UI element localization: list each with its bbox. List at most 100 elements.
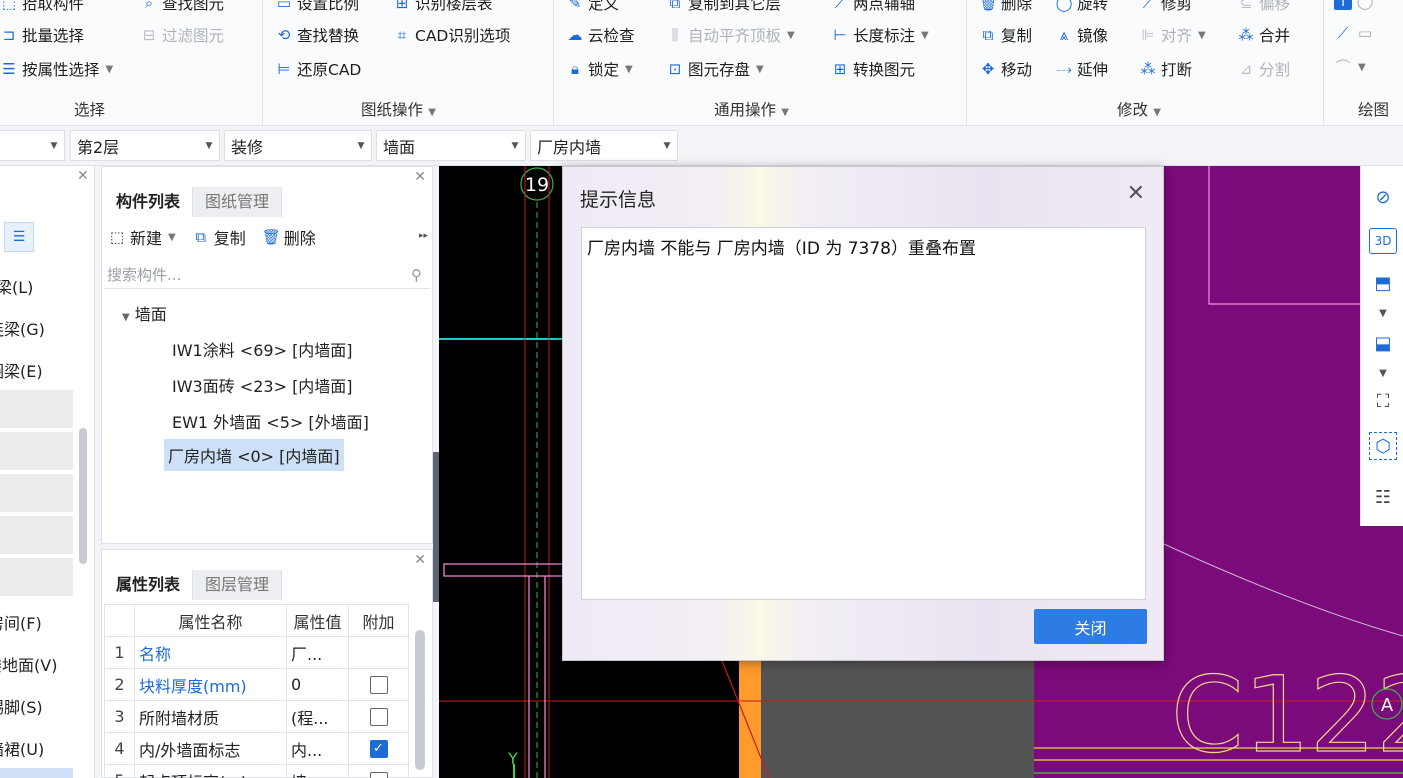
break-button[interactable]: ⁂ 打断 bbox=[1139, 58, 1193, 80]
attach-checkbox[interactable]: ✓ bbox=[369, 740, 388, 759]
group-title-drawing[interactable]: 图纸操作 ▼ bbox=[361, 98, 436, 120]
close-icon[interactable]: ✕ bbox=[414, 169, 426, 185]
layer-display-icon[interactable]: ☷ bbox=[1369, 484, 1397, 512]
filter-element-button[interactable]: ⊟ 过滤图元 bbox=[140, 24, 224, 46]
tab-property-list[interactable]: 属性列表 bbox=[104, 570, 194, 600]
merge-button[interactable]: ⁂ 合并 bbox=[1237, 24, 1291, 46]
set-scale-button[interactable]: ▭ 设置比例 bbox=[275, 0, 359, 14]
rotate-button[interactable]: ◯ 旋转 bbox=[1055, 0, 1108, 14]
table-row[interactable]: 5 起点顶标高(m) 墙... bbox=[104, 764, 409, 778]
offset-button[interactable]: ⊆ 偏移 bbox=[1237, 0, 1290, 14]
property-value[interactable]: 0 bbox=[286, 668, 349, 701]
align-button[interactable]: ⊫ 对齐 ▼ bbox=[1139, 24, 1205, 46]
auto-align-slab-button[interactable]: ⫼ 自动平齐顶板 ▼ bbox=[666, 24, 795, 46]
length-dimension-button[interactable]: ⊢ 长度标注 ▼ bbox=[831, 24, 928, 46]
nav-item-beam[interactable]: 梁(L) bbox=[0, 274, 33, 298]
panel-splitter[interactable] bbox=[433, 452, 439, 602]
tree-item-component-selected[interactable]: 厂房内墙 <0> [内墙面] bbox=[164, 439, 344, 471]
nav-item-dado[interactable]: 墙裙(U) bbox=[0, 736, 44, 760]
building-select[interactable]: ▼ bbox=[0, 130, 65, 161]
category-select[interactable]: 装修 ▼ bbox=[224, 130, 372, 161]
nav-item-blank[interactable] bbox=[0, 432, 73, 470]
extend-button[interactable]: ⤏ 延伸 bbox=[1055, 58, 1108, 80]
copy-to-other-floor-button[interactable]: ⧉ 复制到其它层 bbox=[666, 0, 781, 14]
mirror-button[interactable]: ⩓ 镜像 bbox=[1055, 24, 1108, 46]
attach-checkbox[interactable] bbox=[369, 708, 388, 727]
nav-item-blank[interactable] bbox=[0, 516, 73, 554]
close-button[interactable]: 关闭 bbox=[1034, 609, 1147, 644]
new-component-button[interactable]: ⬚ 新建 ▼ bbox=[108, 225, 176, 249]
nav-item-blank[interactable] bbox=[0, 558, 73, 596]
cloud-check-button[interactable]: ☁ 云检查 bbox=[566, 24, 635, 46]
nav-item-floor[interactable]: 楼地面(V) bbox=[0, 652, 57, 676]
two-point-axis-button[interactable]: ⟋ 两点辅轴 bbox=[831, 0, 915, 14]
table-row[interactable]: 1 名称 厂... bbox=[104, 636, 409, 669]
nav-item-blank[interactable] bbox=[0, 474, 73, 512]
property-value[interactable]: 厂... bbox=[286, 636, 349, 669]
find-element-button[interactable]: ⌕ 查找图元 bbox=[140, 0, 224, 14]
nav-item-selected[interactable] bbox=[0, 768, 73, 778]
type-select[interactable]: 墙面 ▼ bbox=[376, 130, 526, 161]
tab-component-list[interactable]: 构件列表 bbox=[104, 187, 194, 217]
delete-component-button[interactable]: 🗑︎ 删除 bbox=[262, 225, 316, 249]
tree-item-component[interactable]: IW1涂料 <69> [内墙面] bbox=[168, 333, 357, 365]
property-value[interactable]: 内... bbox=[286, 732, 349, 765]
component-display-icon[interactable]: ⬡ bbox=[1369, 432, 1397, 460]
tree-node-wall-surface[interactable]: ▼ 墙面 bbox=[122, 301, 167, 325]
select-by-property-button[interactable]: ☰ 按属性选择 ▼ bbox=[0, 58, 113, 80]
trim-button[interactable]: ⟋ 修剪 bbox=[1139, 0, 1192, 14]
cad-options-button[interactable]: ⌗ CAD识别选项 bbox=[393, 24, 511, 46]
orbit-icon[interactable]: ⊘ bbox=[1369, 184, 1397, 212]
pick-component-button[interactable]: ⬚ 拾取构件 bbox=[0, 0, 84, 14]
move-button[interactable]: ✥ 移动 bbox=[979, 58, 1032, 80]
cube-view-icon[interactable]: ⬒ bbox=[1369, 270, 1397, 298]
nav-item-blank[interactable] bbox=[0, 390, 73, 428]
close-icon[interactable]: ✕ bbox=[77, 168, 89, 184]
line-tool-button[interactable]: ⟋ ▭ bbox=[1334, 24, 1374, 42]
lock-button[interactable]: 🔒︎ 锁定 ▼ bbox=[566, 58, 633, 80]
copy-component-button[interactable]: ⧉ 复制 bbox=[192, 225, 245, 249]
nav-item-ring-beam[interactable]: 圈梁(E) bbox=[0, 358, 43, 382]
table-row[interactable]: 2 块料厚度(mm) 0 bbox=[104, 668, 409, 701]
floor-select[interactable]: 第2层 ▼ bbox=[70, 130, 220, 161]
tab-drawing-manage[interactable]: 图纸管理 bbox=[193, 187, 283, 217]
component-select[interactable]: 厂房内墙 ▼ bbox=[530, 130, 678, 161]
chevron-down-icon[interactable]: ▼ bbox=[1369, 360, 1397, 388]
fit-view-icon[interactable]: ⛶ bbox=[1369, 388, 1397, 416]
attach-checkbox[interactable] bbox=[369, 772, 388, 778]
close-icon[interactable]: ✕ bbox=[414, 552, 426, 568]
view-3d-icon[interactable]: 3D bbox=[1369, 228, 1397, 254]
table-row[interactable]: 4 内/外墙面标志 内... ✓ bbox=[104, 732, 409, 765]
nav-item-room[interactable]: 房间(F) bbox=[0, 610, 42, 634]
nav-item-coupling-beam[interactable]: 连梁(G) bbox=[0, 316, 45, 340]
search-input[interactable] bbox=[107, 265, 411, 284]
point-tool-button[interactable]: ↑ ◯ bbox=[1334, 0, 1374, 10]
find-replace-button[interactable]: ⟲ 查找替换 bbox=[275, 24, 359, 46]
attach-checkbox[interactable] bbox=[369, 676, 388, 695]
more-arrow-icon[interactable]: ▸▸ bbox=[419, 231, 428, 241]
copy-button[interactable]: ⧉ 复制 bbox=[979, 24, 1032, 46]
group-title-modify[interactable]: 修改 ▼ bbox=[1117, 98, 1161, 120]
save-element-button[interactable]: ⊡ 图元存盘 ▼ bbox=[666, 58, 764, 80]
chevron-down-icon[interactable]: ▼ bbox=[1369, 300, 1397, 328]
close-icon[interactable]: ✕ bbox=[1127, 181, 1145, 206]
property-value[interactable]: (程... bbox=[286, 700, 349, 733]
group-title-common[interactable]: 通用操作 ▼ bbox=[714, 98, 789, 120]
batch-select-button[interactable]: ⊐ 批量选择 bbox=[0, 24, 84, 46]
tree-item-component[interactable]: IW3面砖 <23> [内墙面] bbox=[168, 369, 357, 401]
property-value[interactable]: 墙... bbox=[286, 764, 349, 778]
cube-solid-icon[interactable]: ⬓ bbox=[1369, 330, 1397, 358]
search-icon[interactable]: ⚲ bbox=[411, 266, 430, 284]
define-button[interactable]: ✎ 定义 bbox=[566, 0, 619, 14]
table-row[interactable]: 3 所附墙材质 (程... bbox=[104, 700, 409, 733]
scrollbar[interactable] bbox=[79, 428, 87, 564]
convert-element-button[interactable]: ⊞ 转换图元 bbox=[831, 58, 915, 80]
tab-layer-manage[interactable]: 图层管理 bbox=[193, 570, 283, 600]
nav-item-skirting[interactable]: 踢脚(S) bbox=[0, 694, 43, 718]
split-button[interactable]: ⊿ 分割 bbox=[1237, 58, 1290, 80]
identify-floor-table-button[interactable]: ⊞ 识别楼层表 bbox=[393, 0, 493, 14]
restore-cad-button[interactable]: ⊨ 还原CAD bbox=[275, 58, 361, 80]
delete-button[interactable]: 🗑︎ 删除 bbox=[979, 0, 1032, 14]
scrollbar[interactable] bbox=[415, 630, 425, 770]
tree-item-component[interactable]: EW1 外墙面 <5> [外墙面] bbox=[168, 405, 373, 437]
